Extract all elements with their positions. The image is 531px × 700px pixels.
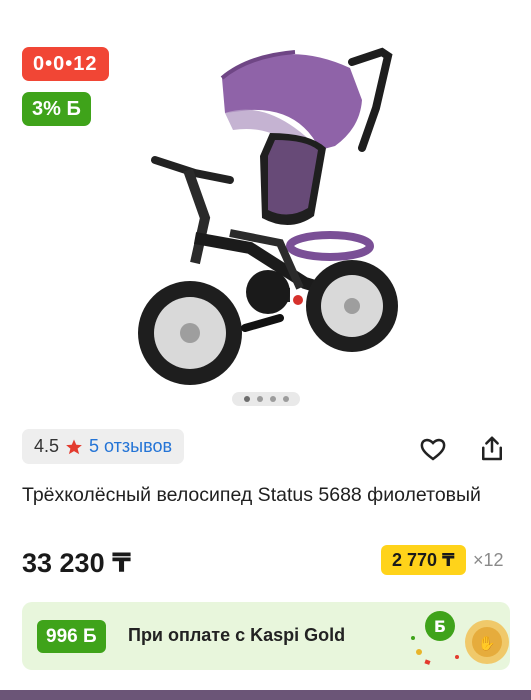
product-photo [138, 47, 398, 385]
rating-value: 4.5 [34, 436, 60, 456]
product-price: 33 230 ₸ [22, 548, 131, 578]
bonus-badge: 3% Б [22, 92, 91, 126]
carousel-dot[interactable] [269, 396, 276, 402]
share-button[interactable] [475, 432, 509, 466]
svg-text:Б: Б [434, 617, 446, 636]
share-icon [482, 436, 502, 461]
rating-summary[interactable]: 4.5 5 отзывов [22, 429, 185, 464]
heart-icon [420, 438, 446, 461]
bottom-edge [0, 690, 531, 700]
carousel-dot[interactable] [256, 396, 263, 402]
carousel-dots[interactable] [232, 392, 300, 406]
monthly-payment-badge[interactable]: 2 770 ₸ [381, 545, 466, 575]
gold-card-text: При оплате с Kaspi Gold [128, 625, 346, 645]
kaspi-gold-card[interactable]: 996 Б При оплате с Kaspi Gold Б ✋ [22, 602, 510, 670]
reviews-link[interactable]: 5 отзывов [89, 436, 172, 457]
installment-badge: 0•0•12 [22, 47, 109, 81]
gold-bonus-badge: 996 Б [37, 620, 106, 653]
carousel-dot[interactable] [243, 396, 250, 402]
product-gallery[interactable]: 0•0•12 3% Б [0, 0, 531, 415]
svg-text:✋: ✋ [478, 635, 495, 652]
installment-months: ×12 [473, 550, 504, 570]
product-title: Трёхколёсный велосипед Status 5688 фиоле… [22, 484, 481, 506]
favorite-button[interactable] [416, 432, 450, 466]
star-icon [66, 439, 82, 454]
carousel-dot[interactable] [282, 396, 289, 402]
confetti-icon: Б ✋ [411, 611, 509, 665]
